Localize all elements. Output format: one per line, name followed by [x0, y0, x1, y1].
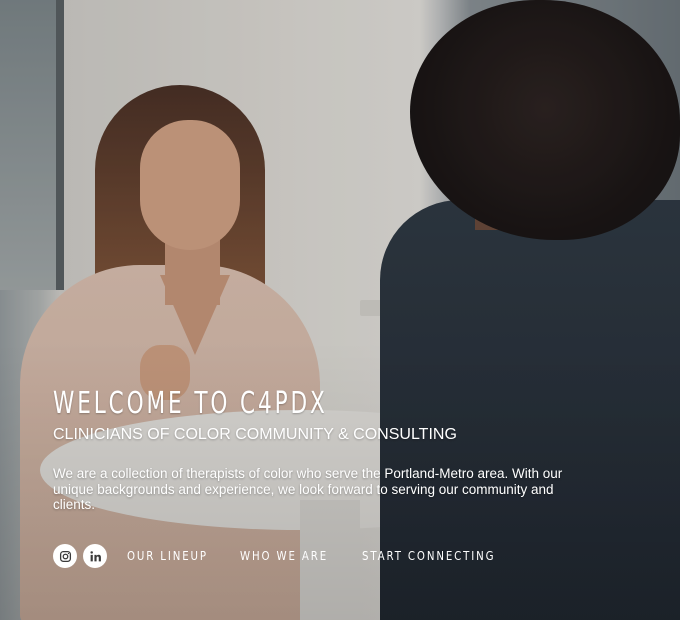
instagram-button[interactable]	[53, 544, 77, 568]
instagram-icon	[59, 550, 71, 562]
nav-link-our-lineup[interactable]: OUR LINEUP	[127, 549, 208, 563]
hero-subtitle: CLINICIANS OF COLOR COMMUNITY & CONSULTI…	[53, 426, 457, 443]
nav-link-who-we-are[interactable]: WHO WE ARE	[240, 549, 328, 563]
hero-title: WELCOME TO C4PDX	[53, 386, 328, 421]
hero-section: WELCOME TO C4PDX CLINICIANS OF COLOR COM…	[0, 0, 680, 620]
linkedin-icon	[89, 550, 101, 561]
linkedin-button[interactable]	[83, 544, 107, 568]
hero-content: WELCOME TO C4PDX CLINICIANS OF COLOR COM…	[53, 386, 613, 513]
hero-description: We are a collection of therapists of col…	[53, 466, 563, 512]
nav-link-start-connecting[interactable]: START CONNECTING	[362, 549, 495, 563]
hero-nav: OUR LINEUP WHO WE ARE START CONNECTING	[53, 544, 537, 568]
nav-links: OUR LINEUP WHO WE ARE START CONNECTING	[127, 549, 537, 563]
